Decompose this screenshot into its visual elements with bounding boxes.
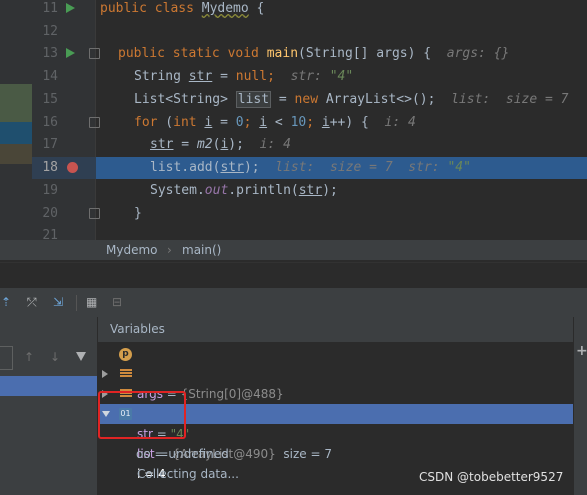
- frames-pane: [0, 317, 97, 495]
- code-line-15: List<String> list = new ArrayList<>(); l…: [134, 91, 569, 108]
- line-number: 14: [42, 69, 58, 84]
- table-icon[interactable]: ⊟: [112, 288, 122, 317]
- breadcrumb-class[interactable]: Mydemo: [106, 240, 158, 260]
- run-to-cursor-icon[interactable]: ⇲: [53, 288, 63, 317]
- inline-hint: str:: [290, 69, 330, 84]
- variable-row-str[interactable]: str = "4": [98, 364, 573, 441]
- up-arrow-icon[interactable]: ↑: [24, 350, 34, 364]
- run-main-icon[interactable]: [66, 48, 75, 58]
- inline-hint: args: {}: [446, 46, 510, 61]
- filter-icon[interactable]: [76, 352, 86, 361]
- expand-arrow-icon[interactable]: [102, 370, 108, 378]
- variables-header: Variables: [98, 317, 573, 342]
- inline-hint: list: size = 7 str:: [275, 160, 448, 175]
- fold-icon[interactable]: [89, 117, 100, 128]
- run-class-icon[interactable]: [66, 3, 75, 13]
- code-line-18: list.add(str); list: size = 7 str: "4": [150, 160, 471, 175]
- line-number: 15: [42, 92, 58, 107]
- line-number: 18: [42, 160, 58, 175]
- step-out-icon[interactable]: ⇡: [1, 288, 11, 317]
- breadcrumb-method[interactable]: main(): [182, 240, 221, 260]
- add-watch-icon[interactable]: +: [576, 343, 587, 359]
- inline-hint: i: 4: [384, 115, 416, 130]
- line-number: 13: [42, 46, 58, 61]
- inline-hint: list: size = 7: [451, 92, 569, 107]
- debug-toolbar: ⇡ ⤱ ⇲ ▦ ⊟: [0, 288, 587, 318]
- fold-icon[interactable]: [89, 48, 100, 59]
- code-line-17: str = m2(i); i: 4: [150, 137, 291, 152]
- line-number: 20: [42, 206, 58, 221]
- line-number: 19: [42, 183, 58, 198]
- code-line-11: public class Mydemo {: [100, 1, 265, 16]
- line-number: 11: [42, 1, 58, 16]
- variable-row-args[interactable]: p args = {String[0]@488}: [98, 344, 573, 401]
- breadcrumb-separator: ›: [167, 243, 172, 257]
- evaluate-icon[interactable]: ▦: [86, 288, 97, 317]
- selected-frame[interactable]: [0, 376, 97, 396]
- parameter-icon: p: [119, 348, 132, 361]
- code-line-20: }: [134, 206, 142, 221]
- collecting-data-status: Collecting data...: [137, 467, 239, 481]
- fold-icon[interactable]: [89, 208, 100, 219]
- inline-hint: i: 4: [259, 137, 291, 152]
- annotation-box: [98, 391, 186, 439]
- tool-window-header: [0, 262, 587, 288]
- watches-pane: +: [573, 317, 587, 495]
- line-number: 12: [42, 24, 58, 39]
- line-number: 17: [42, 137, 58, 152]
- code-line-14: String str = null; str: "4": [134, 69, 354, 84]
- left-panel-selection: [0, 122, 32, 144]
- thread-dropdown[interactable]: [0, 346, 13, 370]
- line-number: 21: [42, 228, 58, 239]
- breakpoint-icon[interactable]: [67, 162, 78, 173]
- field-icon: [120, 368, 132, 380]
- drop-frame-icon[interactable]: ⤱: [27, 288, 37, 317]
- left-panel-band: [0, 144, 32, 164]
- variables-title: Variables: [110, 322, 165, 336]
- breadcrumb: Mydemo › main(): [96, 240, 587, 260]
- code-line-16: for (int i = 0; i < 10; i++) { i: 4: [134, 115, 416, 130]
- down-arrow-icon[interactable]: ↓: [50, 350, 60, 364]
- code-line-13: public static void main(String[] args) {…: [118, 46, 510, 61]
- line-number: 16: [42, 115, 58, 130]
- code-line-19: System.out.println(str);: [150, 183, 338, 198]
- watermark: CSDN @tobebetter9527: [419, 470, 564, 484]
- left-panel-highlight: [0, 84, 32, 122]
